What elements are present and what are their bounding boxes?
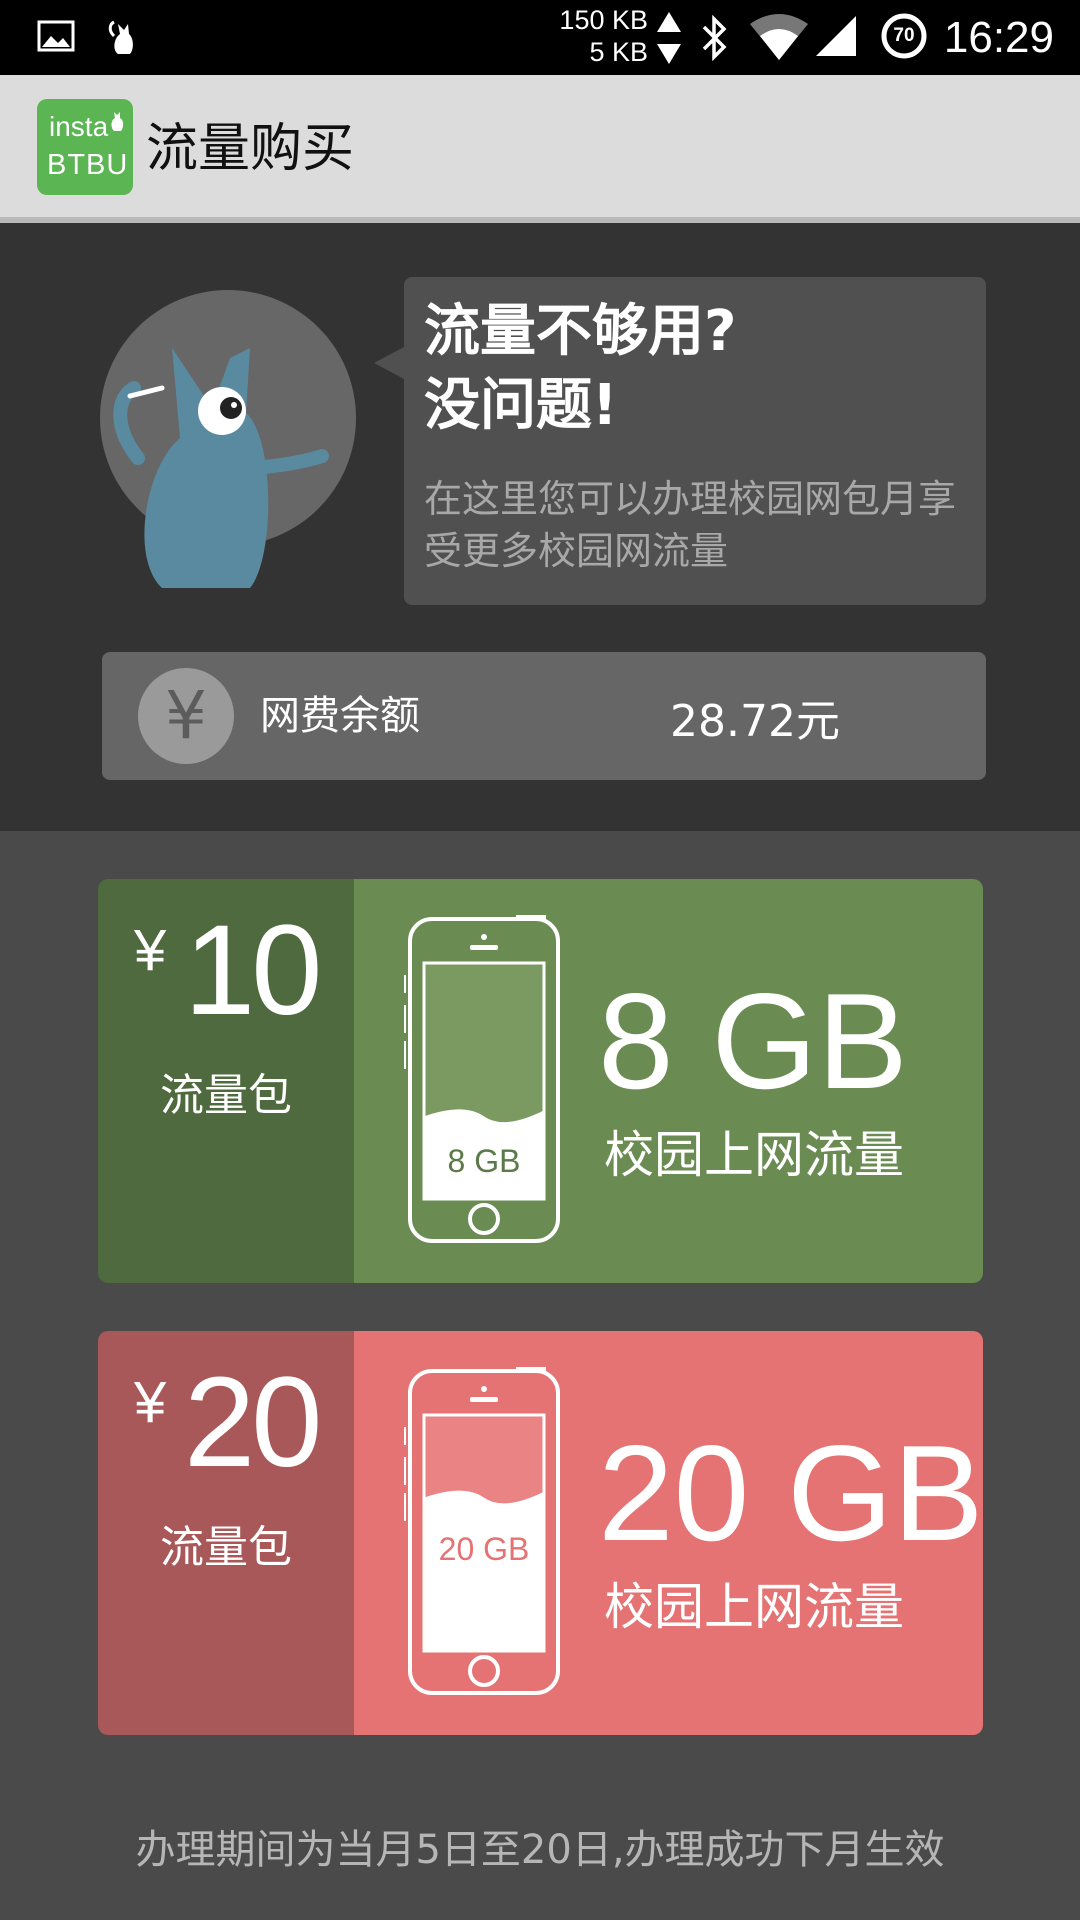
package-description: 校园上网流量 [604,1126,904,1184]
package-card-10[interactable]: ¥ 10 流量包 8 GB 8 GB 校园上网流量 [98,879,983,1283]
package-card-20[interactable]: ¥ 20 流量包 20 GB 20 GB 校园上网流量 [98,1331,983,1735]
package-detail-panel: 8 GB 8 GB 校园上网流量 [354,879,983,1283]
promo-section: 流量不够用? 没问题! 在这里您可以办理校园网包月享受更多校园网流量 ¥ 网费余… [0,223,1080,831]
upload-speed: 150 KB [559,5,648,35]
promo-description: 在这里您可以办理校园网包月享受更多校园网流量 [424,477,957,573]
promo-title: 流量不够用? 没问题! [424,295,974,443]
balance-bar: ¥ 网费余额 28.72元 [102,652,986,780]
promo-title-line1: 流量不够用? [424,299,737,364]
logo-text-bottom: BTBU [47,149,129,181]
page-title: 流量购买 [146,119,355,179]
currency-symbol: ¥ [134,1370,167,1435]
signal-icon [816,16,856,56]
currency-symbol: ¥ [134,918,167,983]
bluetooth-icon [702,14,727,62]
phone-fill-label: 20 GB [438,1531,530,1567]
package-label: 流量包 [160,1522,292,1573]
promo-title-line2: 没问题! [424,373,618,438]
cat-icon [108,20,133,54]
yuan-icon: ¥ [138,668,234,764]
package-price: 20 [184,1351,322,1494]
package-price-panel: ¥ 10 流量包 [98,879,354,1283]
traffic-arrows-icon [657,12,681,64]
phone-icon [404,915,560,1243]
action-bar: insta BTBU 流量购买 [0,75,1080,223]
balance-value: 28.72元 [670,696,840,747]
wifi-icon [750,14,808,60]
package-description: 校园上网流量 [604,1578,904,1636]
package-label: 流量包 [160,1070,292,1121]
package-detail-panel: 20 GB 20 GB 校园上网流量 [354,1331,983,1735]
battery-icon: 70 [880,12,928,60]
footer-note: 办理期间为当月5日至20日,办理成功下月生效 [135,1827,945,1873]
package-price: 10 [184,899,322,1042]
clock: 16:29 [943,13,1054,62]
battery-level: 70 [893,25,915,46]
logo-cat-icon [111,112,124,131]
package-price-panel: ¥ 20 流量包 [98,1331,354,1735]
download-speed: 5 KB [589,37,648,67]
mascot-illustration [100,290,356,588]
package-size: 8 GB [598,965,908,1117]
promo-bubble: 流量不够用? 没问题! 在这里您可以办理校园网包月享受更多校园网流量 [374,277,986,605]
phone-fill-label: 8 GB [447,1143,521,1179]
status-bar: 150 KB 5 KB 70 16:29 [0,0,1080,75]
network-speed: 150 KB 5 KB [548,4,648,68]
balance-label: 网费余额 [260,693,420,739]
logo-text-top: insta [49,111,109,142]
image-icon [37,20,75,52]
app-logo[interactable]: insta BTBU [37,99,133,195]
package-size: 20 GB [598,1417,983,1569]
